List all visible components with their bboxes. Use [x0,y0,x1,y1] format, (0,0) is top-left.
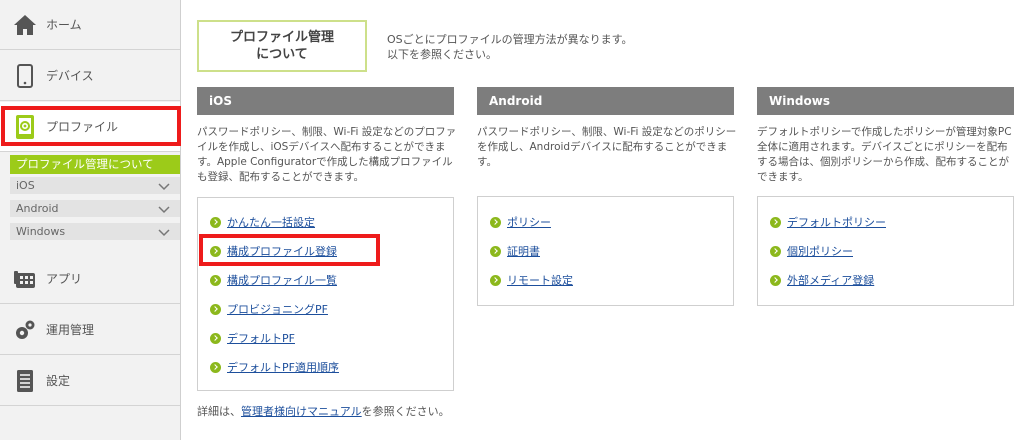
nav-operation-label: 運用管理 [46,323,95,337]
nav-profile[interactable]: プロファイル [0,102,180,152]
link-label: 個別ポリシー [787,245,853,258]
link-easy-bulk-setup[interactable]: かんたん一括設定 [210,214,315,230]
arrow-bullet-icon [210,216,221,228]
footer-suffix: を参照ください。 [361,405,450,418]
chevron-down-icon [158,203,170,221]
nav-settings-label: 設定 [46,374,71,388]
link-label: 証明書 [507,245,540,258]
arrow-bullet-icon [490,216,501,228]
settings-list-icon [12,368,38,394]
nav-device[interactable]: デバイス [0,51,180,101]
arrow-bullet-icon [210,303,221,315]
arrow-bullet-icon [210,332,221,344]
link-default-pf[interactable]: デフォルトPF [210,330,295,346]
arrow-bullet-icon [210,274,221,286]
ios-column-header: iOS [197,87,454,115]
nav-operation[interactable]: 運用管理 [0,305,180,355]
gear-icon [12,317,38,343]
link-external-media-register[interactable]: 外部メディア登録 [770,272,874,288]
chevron-down-icon [158,180,170,198]
submenu-about-profile[interactable]: プロファイル管理について [10,155,180,174]
link-label: プロビジョニングPF [227,303,328,316]
arrow-bullet-icon [490,274,501,286]
chevron-down-icon [158,226,170,244]
admin-manual-link[interactable]: 管理者様向けマニュアル [241,405,362,418]
link-label: ポリシー [507,216,551,229]
link-policy[interactable]: ポリシー [490,214,551,230]
link-label: リモート設定 [507,274,573,287]
arrow-bullet-icon [770,274,781,286]
nav-home-label: ホーム [46,18,82,32]
submenu-ios[interactable]: iOS [10,177,180,195]
arrow-bullet-icon [210,245,221,257]
arrow-bullet-icon [770,245,781,257]
link-provisioning-pf[interactable]: プロビジョニングPF [210,301,328,317]
android-description: パスワードポリシー、制限、Wi-Fi 設定などのポリシーを作成し、Android… [477,126,737,168]
about-profile-box: プロファイル管理 について [197,20,367,72]
link-label: かんたん一括設定 [227,216,315,229]
link-config-profile-register[interactable]: 構成プロファイル登録 [210,243,337,259]
footer-prefix: 詳細は、 [197,405,241,418]
link-label: 外部メディア登録 [787,274,875,287]
home-icon [12,12,38,38]
arrow-bullet-icon [490,245,501,257]
nav-home[interactable]: ホーム [0,0,180,50]
windows-link-box: デフォルトポリシー 個別ポリシー 外部メディア登録 [757,196,1014,306]
footer-note: 詳細は、管理者様向けマニュアルを参照ください。 [197,403,450,419]
nav-profile-label: プロファイル [46,120,119,134]
about-title-line1: プロファイル管理 [229,30,334,45]
link-default-policy[interactable]: デフォルトポリシー [770,214,886,230]
link-default-pf-order[interactable]: デフォルトPF適用順序 [210,359,339,375]
link-remote-settings[interactable]: リモート設定 [490,272,573,288]
link-label: デフォルトPF適用順序 [227,361,339,374]
submenu-windows[interactable]: Windows [10,223,180,241]
link-label: デフォルトPF [227,332,295,345]
android-link-box: ポリシー 証明書 リモート設定 [477,196,734,306]
submenu-ios-label: iOS [16,179,35,192]
link-config-profile-list[interactable]: 構成プロファイル一覧 [210,272,337,288]
submenu-windows-label: Windows [16,225,66,238]
sidebar: ホーム デバイス プロファイル プロファイル管理について iOS Android… [0,0,181,440]
link-individual-policy[interactable]: 個別ポリシー [770,243,853,259]
nav-device-label: デバイス [46,69,94,83]
about-text-line2: 以下を参照ください。 [387,48,497,61]
submenu-android[interactable]: Android [10,200,180,218]
link-label: 構成プロファイル一覧 [227,274,337,287]
nav-settings[interactable]: 設定 [0,356,180,406]
app-icon [12,266,38,292]
link-label: デフォルトポリシー [787,216,886,229]
ios-description: パスワードポリシー、制限、Wi-Fi 設定などのプロファイルを作成し、iOSデバ… [197,126,457,183]
device-icon [12,63,38,89]
android-column-header: Android [477,87,734,115]
profile-icon [12,114,38,140]
windows-column-header: Windows [757,87,1014,115]
arrow-bullet-icon [210,361,221,373]
nav-app-label: アプリ [46,272,83,286]
ios-link-box: かんたん一括設定 構成プロファイル登録 構成プロファイル一覧 プロビジョニングP… [197,197,454,391]
submenu-android-label: Android [16,202,59,215]
link-certificate[interactable]: 証明書 [490,243,540,259]
nav-app[interactable]: アプリ [0,254,180,304]
about-description: OSごとにプロファイルの管理方法が異なります。 以下を参照ください。 [387,32,633,62]
link-label: 構成プロファイル登録 [227,245,337,258]
arrow-bullet-icon [770,216,781,228]
windows-description: デフォルトポリシーで作成したポリシーが管理対象PC全体に適用されます。デバイスご… [757,126,1012,183]
about-title-line2: について [256,47,308,62]
about-text-line1: OSごとにプロファイルの管理方法が異なります。 [387,33,633,46]
